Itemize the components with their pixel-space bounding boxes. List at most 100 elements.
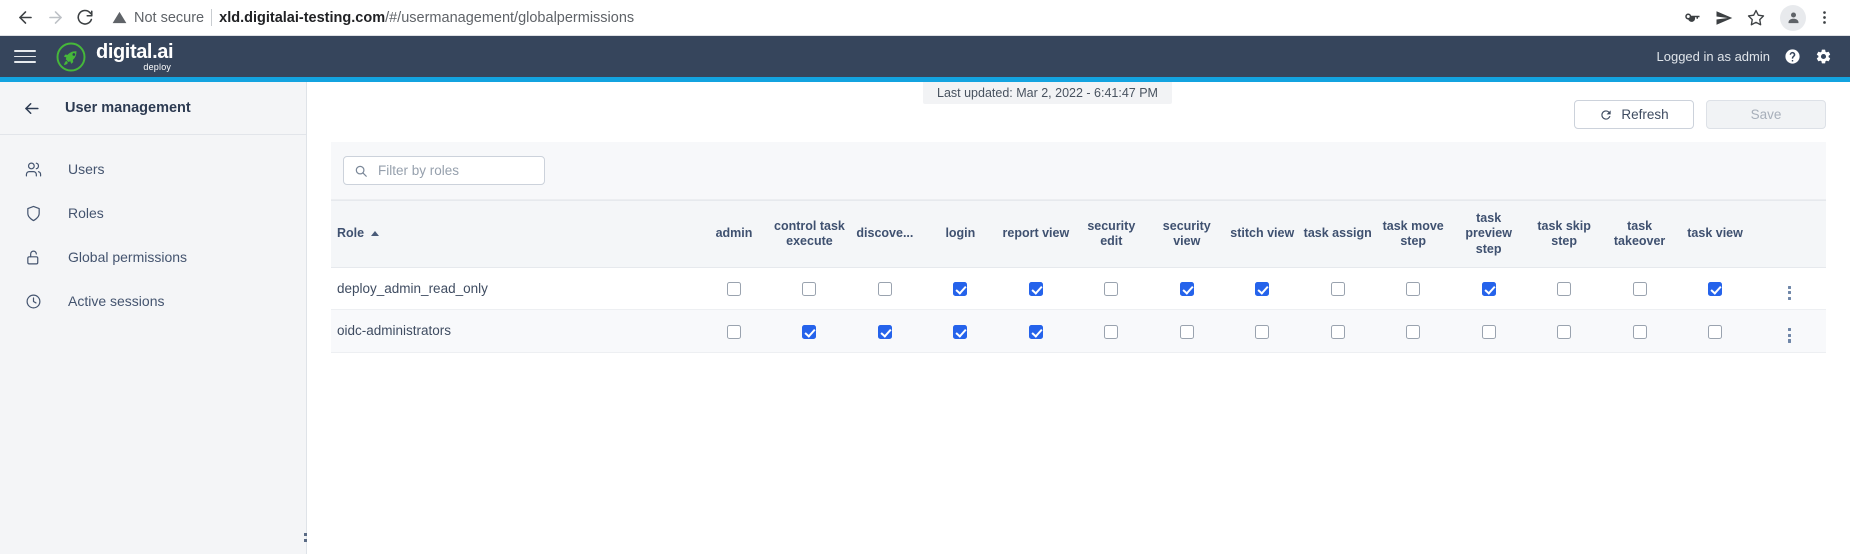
brand: digital.ai deploy (56, 40, 174, 72)
browser-menu-icon[interactable] (1810, 4, 1838, 32)
permission-cell (1526, 309, 1602, 353)
security-status-label: Not secure (134, 9, 205, 26)
row-menu-icon[interactable] (1787, 327, 1792, 343)
permission-cell (696, 267, 772, 311)
shield-icon (24, 205, 42, 222)
brand-subtitle: deploy (143, 61, 172, 72)
permission-checkbox-login[interactable] (953, 324, 968, 339)
gear-icon[interactable] (1815, 48, 1832, 65)
profile-avatar-icon[interactable] (1780, 4, 1806, 31)
column-header-task-skip-step[interactable]: task skip step (1526, 200, 1602, 268)
permission-cell (1375, 309, 1451, 353)
permission-checkbox-security-view[interactable] (1179, 282, 1194, 297)
permission-cell (922, 309, 999, 353)
sidebar-item-roles[interactable]: Roles (0, 191, 306, 235)
permission-checkbox-task-takeover[interactable] (1632, 324, 1647, 339)
permission-checkbox-task-assign[interactable] (1330, 324, 1345, 339)
permission-cell (1149, 267, 1225, 311)
permission-checkbox-task-view[interactable] (1708, 282, 1723, 297)
back-arrow-icon[interactable] (22, 99, 41, 118)
table-row: deploy_admin_read_only (331, 267, 1827, 311)
table-header-row: Role admin control task execute discove.… (331, 200, 1827, 268)
permission-checkbox-discove-[interactable] (877, 324, 892, 339)
permission-checkbox-task-preview-step[interactable] (1481, 324, 1496, 339)
refresh-button[interactable]: Refresh (1574, 100, 1695, 129)
permission-checkbox-security-edit[interactable] (1104, 324, 1119, 339)
permission-checkbox-admin[interactable] (726, 324, 741, 339)
warning-triangle-icon (112, 10, 127, 25)
column-header-security-edit[interactable]: security edit (1073, 200, 1150, 268)
app-header: digital.ai deploy Logged in as admin (0, 36, 1850, 77)
permission-checkbox-stitch-view[interactable] (1255, 324, 1270, 339)
header-right: Logged in as admin (1657, 48, 1832, 65)
column-header-task-view[interactable]: task view (1677, 200, 1753, 268)
permission-cell (847, 267, 923, 311)
permission-checkbox-login[interactable] (953, 282, 968, 297)
top-actions: Refresh Save (1574, 100, 1827, 129)
forward-arrow-icon[interactable] (40, 3, 70, 33)
reload-icon[interactable] (70, 3, 100, 33)
sidebar-item-global-permissions[interactable]: Global permissions (0, 235, 306, 279)
url-path: /#/usermanagement/globalpermissions (385, 9, 635, 26)
permission-checkbox-task-takeover[interactable] (1632, 282, 1647, 297)
permission-checkbox-control-task-execute[interactable] (802, 282, 817, 297)
column-header-task-takeover[interactable]: task takeover (1601, 200, 1678, 268)
search-input[interactable] (378, 163, 534, 178)
permission-cell (1601, 309, 1678, 353)
permission-checkbox-control-task-execute[interactable] (802, 324, 817, 339)
permission-checkbox-task-skip-step[interactable] (1557, 282, 1572, 297)
rocket-logo-icon (56, 42, 86, 72)
search-box[interactable] (343, 156, 545, 185)
permission-checkbox-security-edit[interactable] (1104, 282, 1119, 297)
permission-cell (696, 309, 772, 353)
permission-cell (998, 267, 1074, 311)
save-button[interactable]: Save (1706, 100, 1827, 129)
column-header-task-move-step[interactable]: task move step (1375, 200, 1451, 268)
permission-checkbox-stitch-view[interactable] (1255, 282, 1270, 297)
column-header-security-view[interactable]: security view (1149, 200, 1225, 268)
back-arrow-icon[interactable] (10, 3, 40, 33)
sidebar: User management Users Roles Global permi… (0, 82, 307, 554)
permission-checkbox-task-preview-step[interactable] (1481, 282, 1496, 297)
permission-checkbox-discove-[interactable] (877, 282, 892, 297)
column-header-stitch-view[interactable]: stitch view (1224, 200, 1300, 268)
permission-cell (1299, 309, 1376, 353)
permission-checkbox-security-view[interactable] (1179, 324, 1194, 339)
brand-name: digital.ai (96, 40, 174, 63)
permission-cell (1677, 309, 1753, 353)
permission-checkbox-task-move-step[interactable] (1406, 324, 1421, 339)
permission-cell (1224, 309, 1300, 353)
column-header-report-view[interactable]: report view (998, 200, 1074, 268)
column-header-login[interactable]: login (922, 200, 999, 268)
column-header-task-preview-step[interactable]: task preview step (1450, 200, 1527, 268)
send-share-icon[interactable] (1710, 4, 1738, 32)
help-circle-icon[interactable] (1784, 48, 1801, 65)
column-header-task-assign[interactable]: task assign (1299, 200, 1376, 268)
column-header-actions (1752, 200, 1827, 268)
permission-checkbox-report-view[interactable] (1028, 324, 1043, 339)
permission-checkbox-task-skip-step[interactable] (1557, 324, 1572, 339)
sidebar-item-active-sessions[interactable]: Active sessions (0, 279, 306, 323)
column-header-discovery[interactable]: discove... (847, 200, 923, 268)
permission-cell (1450, 267, 1527, 311)
url-host: xld.digitalai-testing.com (219, 9, 386, 26)
column-header-role[interactable]: Role (331, 200, 697, 268)
content-area: Last updated: Mar 2, 2022 - 6:41:47 PM R… (307, 82, 1850, 554)
permission-checkbox-admin[interactable] (726, 282, 741, 297)
permission-checkbox-task-view[interactable] (1708, 324, 1723, 339)
last-updated-label: Last updated: Mar 2, 2022 - 6:41:47 PM (923, 82, 1172, 104)
hamburger-menu-icon[interactable] (14, 46, 36, 68)
permissions-table-card: Role admin control task execute discove.… (307, 142, 1850, 554)
permission-checkbox-task-assign[interactable] (1330, 282, 1345, 297)
password-key-icon[interactable] (1678, 4, 1706, 32)
row-menu-icon[interactable] (1787, 285, 1792, 301)
omnibox[interactable]: Not secure xld.digitalai-testing.com/#/u… (112, 4, 1670, 31)
bookmark-star-icon[interactable] (1742, 4, 1770, 32)
save-button-label: Save (1750, 107, 1782, 122)
permission-checkbox-report-view[interactable] (1028, 282, 1043, 297)
browser-toolbar: Not secure xld.digitalai-testing.com/#/u… (0, 0, 1850, 36)
column-header-admin[interactable]: admin (696, 200, 772, 268)
column-header-control-task-execute[interactable]: control task execute (771, 200, 848, 268)
permission-checkbox-task-move-step[interactable] (1406, 282, 1421, 297)
sidebar-item-users[interactable]: Users (0, 147, 306, 191)
